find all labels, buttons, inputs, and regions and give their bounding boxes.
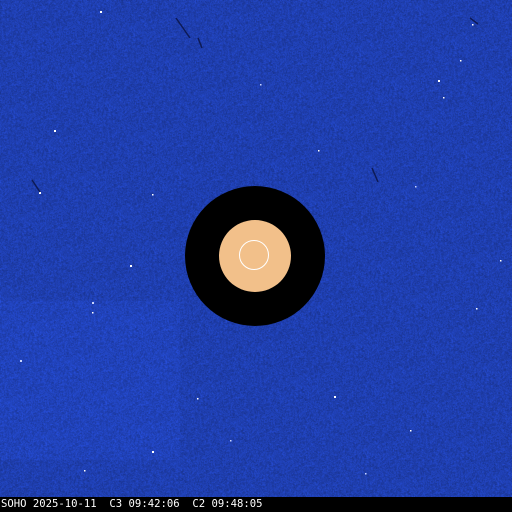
star-speck xyxy=(438,80,440,82)
artifact-streak xyxy=(371,167,379,183)
artifact-streak xyxy=(31,179,41,193)
star-speck xyxy=(260,84,262,86)
star-speck xyxy=(54,130,56,132)
star-speck xyxy=(334,396,336,398)
star-speck xyxy=(130,265,132,267)
star-speck xyxy=(472,24,474,26)
star-speck xyxy=(443,97,445,99)
star-speck xyxy=(500,260,502,262)
artifact-streak xyxy=(469,17,479,25)
star-speck xyxy=(152,194,154,196)
star-speck xyxy=(460,60,462,62)
sun-outline xyxy=(239,240,269,270)
artifact-streak xyxy=(175,17,191,39)
star-speck xyxy=(84,470,86,472)
star-speck xyxy=(197,398,199,400)
star-speck xyxy=(100,11,102,13)
star-speck xyxy=(152,451,154,453)
timestamp-caption: SOHO 2025-10-11 C3 09:42:06 C2 09:48:05 xyxy=(0,497,512,512)
star-speck xyxy=(20,360,22,362)
star-speck xyxy=(318,150,320,152)
star-speck xyxy=(476,308,478,310)
coronagraph-image xyxy=(0,0,512,497)
star-speck xyxy=(92,302,94,304)
star-speck xyxy=(410,430,412,432)
star-speck xyxy=(365,473,367,475)
star-speck xyxy=(92,312,94,314)
star-speck xyxy=(230,440,232,442)
artifact-streak xyxy=(197,37,203,49)
star-speck xyxy=(415,186,417,188)
